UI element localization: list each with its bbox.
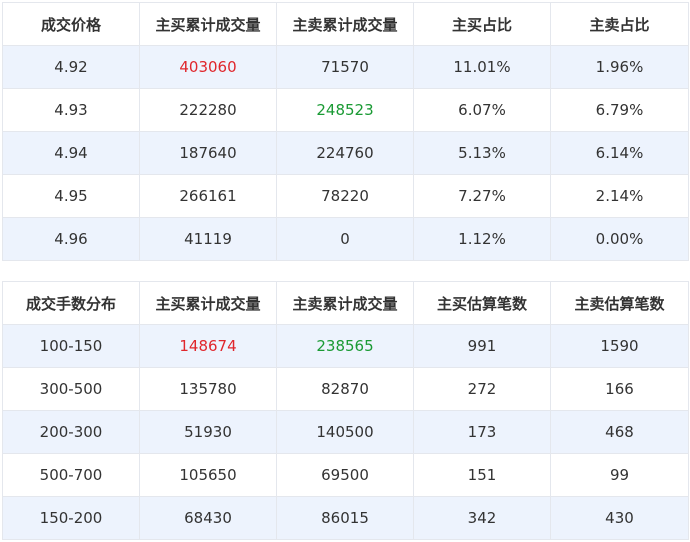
cell-sell-trades: 468 — [550, 410, 689, 454]
cell-buy-ratio: 5.13% — [413, 131, 551, 175]
cell-lot-range: 500-700 — [2, 453, 140, 497]
cell-sell-volume: 86015 — [276, 496, 414, 540]
header-sell-estimated-trades: 主卖估算笔数 — [550, 281, 689, 325]
cell-buy-trades: 991 — [413, 324, 551, 368]
table-row: 4.96 41119 0 1.12% 0.00% — [2, 217, 689, 261]
page: 成交价格 主买累计成交量 主卖累计成交量 主买占比 主卖占比 4.92 4030… — [0, 0, 690, 542]
cell-buy-volume: 187640 — [139, 131, 277, 175]
cell-sell-volume: 238565 — [276, 324, 414, 368]
header-buy-ratio: 主买占比 — [413, 2, 551, 46]
cell-buy-volume: 266161 — [139, 174, 277, 218]
cell-sell-volume: 140500 — [276, 410, 414, 454]
cell-sell-volume: 69500 — [276, 453, 414, 497]
cell-lot-range: 100-150 — [2, 324, 140, 368]
cell-sell-volume: 71570 — [276, 45, 414, 89]
cell-buy-volume: 148674 — [139, 324, 277, 368]
header-sell-cumulative-volume: 主卖累计成交量 — [276, 281, 414, 325]
table-row: 4.95 266161 78220 7.27% 2.14% — [2, 174, 689, 218]
table-row: 200-300 51930 140500 173 468 — [2, 410, 689, 454]
cell-sell-ratio: 0.00% — [550, 217, 689, 261]
cell-price: 4.92 — [2, 45, 140, 89]
table-header-row: 成交价格 主买累计成交量 主卖累计成交量 主买占比 主卖占比 — [2, 2, 689, 46]
cell-sell-ratio: 2.14% — [550, 174, 689, 218]
table-row: 4.93 222280 248523 6.07% 6.79% — [2, 88, 689, 132]
header-buy-cumulative-volume: 主买累计成交量 — [139, 2, 277, 46]
cell-buy-ratio: 6.07% — [413, 88, 551, 132]
cell-sell-ratio: 1.96% — [550, 45, 689, 89]
cell-buy-ratio: 1.12% — [413, 217, 551, 261]
cell-sell-trades: 99 — [550, 453, 689, 497]
cell-buy-trades: 173 — [413, 410, 551, 454]
cell-buy-volume: 105650 — [139, 453, 277, 497]
cell-sell-trades: 166 — [550, 367, 689, 411]
table-row: 4.92 403060 71570 11.01% 1.96% — [2, 45, 689, 89]
cell-price: 4.95 — [2, 174, 140, 218]
header-sell-cumulative-volume: 主卖累计成交量 — [276, 2, 414, 46]
table-row: 500-700 105650 69500 151 99 — [2, 453, 689, 497]
cell-price: 4.96 — [2, 217, 140, 261]
cell-buy-volume: 68430 — [139, 496, 277, 540]
cell-buy-trades: 151 — [413, 453, 551, 497]
cell-lot-range: 300-500 — [2, 367, 140, 411]
lot-size-distribution-table: 成交手数分布 主买累计成交量 主卖累计成交量 主买估算笔数 主卖估算笔数 100… — [2, 281, 689, 540]
table-row: 4.94 187640 224760 5.13% 6.14% — [2, 131, 689, 175]
cell-buy-ratio: 7.27% — [413, 174, 551, 218]
header-sell-ratio: 主卖占比 — [550, 2, 689, 46]
cell-buy-trades: 272 — [413, 367, 551, 411]
cell-sell-ratio: 6.79% — [550, 88, 689, 132]
table-row: 300-500 135780 82870 272 166 — [2, 367, 689, 411]
header-trade-price: 成交价格 — [2, 2, 140, 46]
cell-sell-volume: 78220 — [276, 174, 414, 218]
cell-price: 4.93 — [2, 88, 140, 132]
cell-sell-trades: 1590 — [550, 324, 689, 368]
cell-buy-volume: 51930 — [139, 410, 277, 454]
cell-sell-volume: 82870 — [276, 367, 414, 411]
table-row: 100-150 148674 238565 991 1590 — [2, 324, 689, 368]
cell-buy-ratio: 11.01% — [413, 45, 551, 89]
header-buy-estimated-trades: 主买估算笔数 — [413, 281, 551, 325]
header-lot-size-range: 成交手数分布 — [2, 281, 140, 325]
cell-lot-range: 200-300 — [2, 410, 140, 454]
cell-buy-volume: 403060 — [139, 45, 277, 89]
cell-sell-volume: 248523 — [276, 88, 414, 132]
header-buy-cumulative-volume: 主买累计成交量 — [139, 281, 277, 325]
cell-buy-volume: 41119 — [139, 217, 277, 261]
cell-buy-volume: 222280 — [139, 88, 277, 132]
cell-buy-volume: 135780 — [139, 367, 277, 411]
cell-price: 4.94 — [2, 131, 140, 175]
cell-sell-ratio: 6.14% — [550, 131, 689, 175]
cell-lot-range: 150-200 — [2, 496, 140, 540]
cell-sell-volume: 0 — [276, 217, 414, 261]
cell-sell-trades: 430 — [550, 496, 689, 540]
table-header-row: 成交手数分布 主买累计成交量 主卖累计成交量 主买估算笔数 主卖估算笔数 — [2, 281, 689, 325]
table-row: 150-200 68430 86015 342 430 — [2, 496, 689, 540]
cell-sell-volume: 224760 — [276, 131, 414, 175]
price-distribution-table: 成交价格 主买累计成交量 主卖累计成交量 主买占比 主卖占比 4.92 4030… — [2, 2, 689, 261]
cell-buy-trades: 342 — [413, 496, 551, 540]
